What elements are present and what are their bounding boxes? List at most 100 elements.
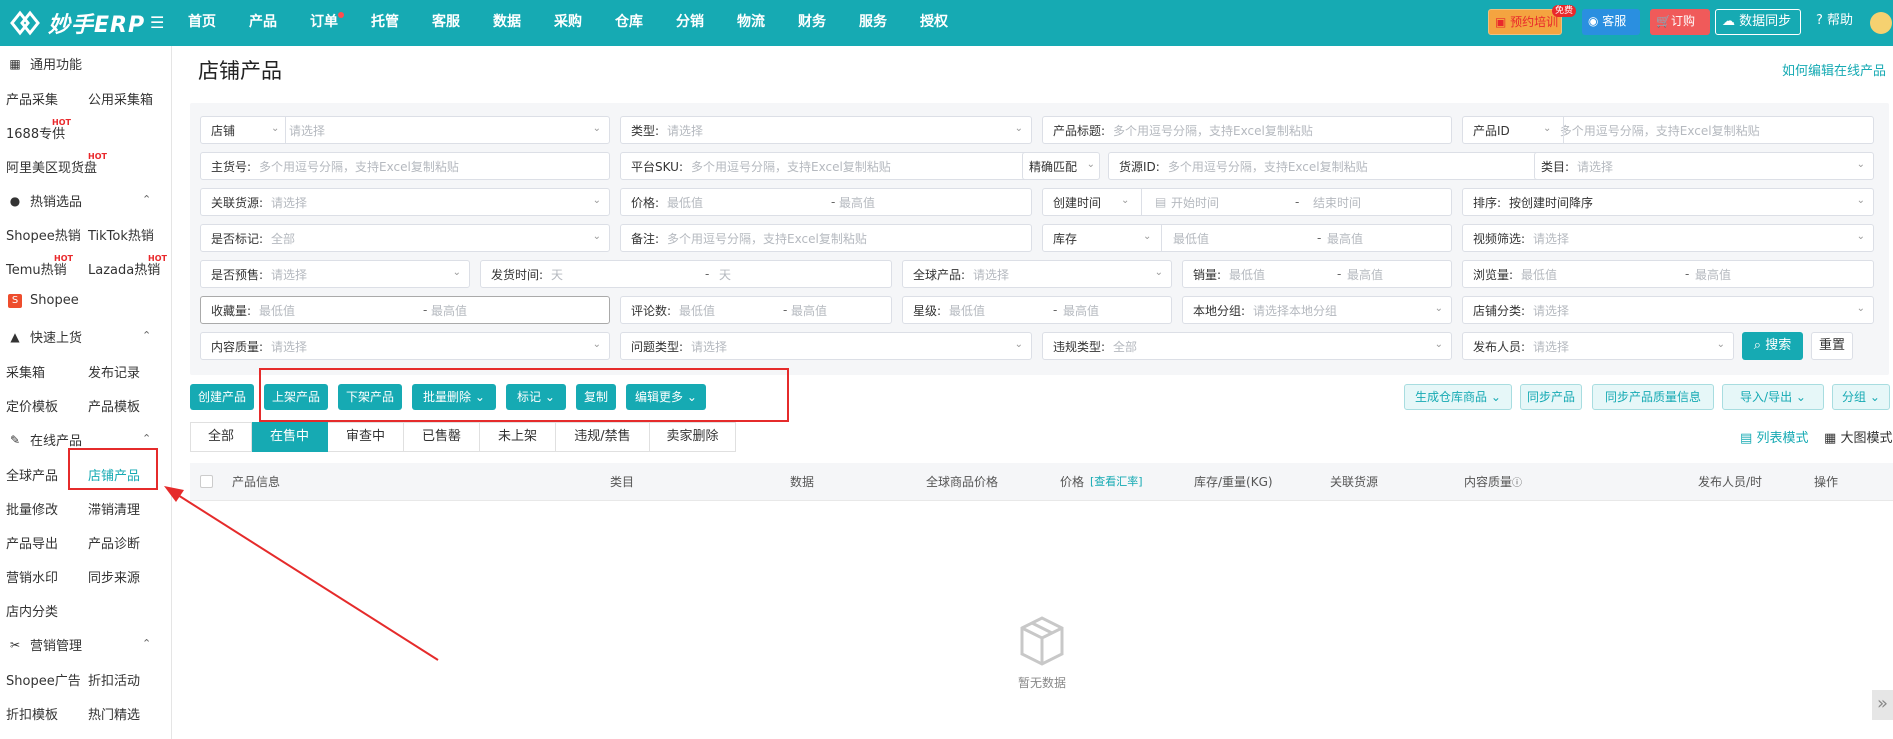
sidebar-item-price-template[interactable]: 定价模板 [6,396,58,415]
sidebar-item-product-template[interactable]: 产品模板 [88,396,140,415]
title-input[interactable]: 产品标题: 多个用逗号分隔，支持Excel复制粘贴 [1042,116,1452,144]
match-select[interactable]: 精确匹配 ⌄ [1022,152,1100,180]
sidebar-item-tiktok-hot[interactable]: TikTok热销 [88,225,154,244]
nav-custody[interactable]: 托管 [371,0,399,46]
main-sku-input[interactable]: 主货号: 多个用逗号分隔，支持Excel复制粘贴 [200,152,610,180]
grid-mode-button[interactable]: ▦ 大图模式 [1824,427,1892,446]
sales-min[interactable]: 最低值 [1229,266,1265,283]
sales-max[interactable]: 最高值 [1347,266,1383,283]
select-all-checkbox[interactable] [200,475,213,488]
sidebar-item-collect[interactable]: 产品采集 [6,89,58,108]
sidebar-group-quick[interactable]: ▲ 快速上货 [8,327,82,347]
sidebar-item-watermark[interactable]: 营销水印 [6,567,58,586]
rating-max[interactable]: 最高值 [1063,302,1099,319]
sidebar-item-shopee-ads[interactable]: Shopee广告 [6,670,81,689]
price-max[interactable]: 最高值 [839,194,875,211]
sync-product-button[interactable]: 同步产品 [1520,384,1582,410]
nav-home[interactable]: 首页 [188,0,216,46]
global-product-select[interactable]: 全球产品: 请选择 ⌄ [902,260,1172,288]
sidebar-item-ali-us[interactable]: 阿里美区现货盘 [6,157,97,176]
collapse-icon[interactable]: ⌃ [142,637,151,650]
created-start[interactable]: 开始时间 [1171,194,1219,211]
tab-reviewing[interactable]: 审查中 [328,422,404,452]
tab-sold-out[interactable]: 已售罄 [404,422,480,452]
sidebar-group-common[interactable]: ▦ 通用功能 [8,54,82,74]
ship-time-max[interactable]: 天 [719,266,731,283]
avatar[interactable] [1870,12,1892,34]
type-select[interactable]: 类型: 请选择 ⌄ [620,116,1032,144]
category-select[interactable]: 类目: 请选择 ⌄ [1534,152,1874,180]
stock-min[interactable]: 最低值 [1173,230,1209,247]
shop-category-select[interactable]: 店铺分类: 请选择 ⌄ [1462,296,1874,324]
local-group-select[interactable]: 本地分组: 请选择本地分组 ⌄ [1182,296,1452,324]
favorites-min[interactable]: 最低值 [259,302,295,319]
training-button[interactable]: ▣ 预约培训 [1488,9,1562,35]
search-button[interactable]: ⌕ 搜索 [1742,332,1803,360]
create-product-button[interactable]: 创建产品 [190,384,254,410]
gen-warehouse-button[interactable]: 生成仓库商品 ⌄ [1404,384,1512,410]
collapse-icon[interactable]: ⌃ [142,193,151,206]
customer-service-button[interactable]: ◉ 客服 [1582,9,1640,35]
data-sync-button[interactable]: ☁ 数据同步 [1715,9,1801,35]
marked-select[interactable]: 是否标记: 全部 ⌄ [200,224,610,252]
nav-finance[interactable]: 财务 [798,0,826,46]
favorites-max[interactable]: 最高值 [431,302,467,319]
sidebar-group-hot[interactable]: ● 热销选品 [8,191,82,211]
list-mode-button[interactable]: ▤ 列表模式 [1740,427,1808,446]
nav-services[interactable]: 服务 [859,0,887,46]
preorder-select[interactable]: 是否预售: 请选择 ⌄ [200,260,470,288]
nav-warehouse[interactable]: 仓库 [615,0,643,46]
views-range[interactable]: 浏览量: 最低值 - 最高值 [1462,260,1874,288]
reviews-max[interactable]: 最高值 [791,302,827,319]
help-button[interactable]: ? 帮助 [1810,9,1868,35]
reviews-min[interactable]: 最低值 [679,302,715,319]
ship-time-range[interactable]: 发货时间: 天 - 天 [480,260,892,288]
platform-sku-input[interactable]: 平台SKU: 多个用逗号分隔，支持Excel复制粘贴 [620,152,1032,180]
product-id-input[interactable]: 产品ID ⌄ 多个用逗号分隔，支持Excel复制粘贴 [1462,116,1874,144]
violation-type-select[interactable]: 违规类型: 全部 ⌄ [1042,332,1452,360]
question-icon[interactable]: ⓘ [1512,478,1522,489]
view-exchange-rate-link[interactable]: [查看汇率] [1090,473,1143,489]
sidebar-item-shop-category[interactable]: 店内分类 [6,601,58,620]
issue-type-select[interactable]: 问题类型: 请选择 ⌄ [620,332,1032,360]
views-max[interactable]: 最高值 [1695,266,1731,283]
nav-product[interactable]: 产品 [249,0,277,46]
sync-quality-button[interactable]: 同步产品质量信息 [1592,384,1714,410]
tab-violation[interactable]: 违规/禁售 [556,422,650,452]
sidebar-item-publish-log[interactable]: 发布记录 [88,362,140,381]
source-id-input[interactable]: 货源ID: 多个用逗号分隔，支持Excel复制粘贴 [1108,152,1544,180]
sidebar-item-diagnose[interactable]: 产品诊断 [88,533,140,552]
order-button[interactable]: 🛒订购 [1650,9,1710,35]
help-link[interactable]: 如何编辑在线产品 [1782,60,1886,79]
linked-source-select[interactable]: 关联货源: 请选择 ⌄ [200,188,610,216]
video-select[interactable]: 视频筛选: 请选择 ⌄ [1462,224,1874,252]
collapse-icon[interactable]: ⌃ [142,432,151,445]
sidebar-item-discount-template[interactable]: 折扣模板 [6,704,58,723]
app-logo[interactable]: 妙手ERP [8,6,145,40]
sidebar-group-marketing[interactable]: ✂ 营销管理 [8,635,82,655]
ship-time-min[interactable]: 天 [551,266,563,283]
publisher-select[interactable]: 发布人员: 请选择 ⌄ [1462,332,1734,360]
nav-purchase[interactable]: 采购 [554,0,582,46]
sidebar-item-export[interactable]: 产品导出 [6,533,58,552]
sidebar-group-shopee[interactable]: S Shopee [8,293,79,308]
shop-select[interactable]: 店铺 ⌄ 请选择 ⌄ [200,116,610,144]
rating-range[interactable]: 星级: 最低值 - 最高值 [902,296,1172,324]
sidebar-group-online[interactable]: ✎ 在线产品 [8,430,82,450]
remark-input[interactable]: 备注: 多个用逗号分隔，支持Excel复制粘贴 [620,224,1032,252]
sidebar-item-top-picks[interactable]: 热门精选 [88,704,140,723]
sidebar-item-public-collect[interactable]: 公用采集箱 [88,89,153,108]
sidebar-item-global-product[interactable]: 全球产品 [6,465,58,484]
import-export-button[interactable]: 导入/导出 ⌄ [1722,384,1824,410]
sidebar-item-collect-box[interactable]: 采集箱 [6,362,45,381]
sidebar-item-slow-clean[interactable]: 滞销清理 [88,499,140,518]
views-min[interactable]: 最低值 [1521,266,1557,283]
sort-select[interactable]: 排序: 按创建时间降序 ⌄ [1462,188,1874,216]
stock-max[interactable]: 最高值 [1327,230,1363,247]
created-time-range[interactable]: 创建时间 ⌄ ▤ 开始时间 - 结束时间 [1042,188,1452,216]
tab-unlisted[interactable]: 未上架 [480,422,556,452]
nav-order[interactable]: 订单 [310,0,344,46]
tab-on-sale[interactable]: 在售中 [252,422,328,452]
nav-distribution[interactable]: 分销 [676,0,704,46]
created-end[interactable]: 结束时间 [1313,194,1361,211]
